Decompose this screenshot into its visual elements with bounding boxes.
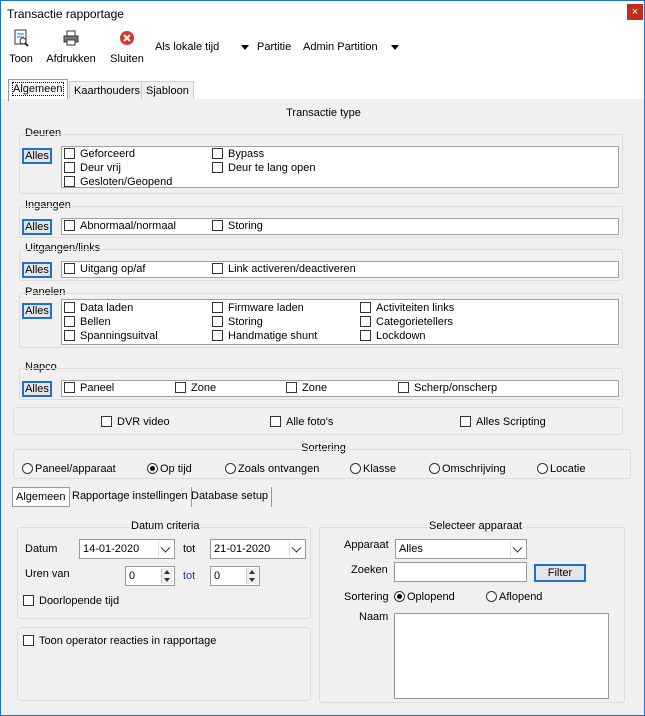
napco-checklist bbox=[61, 380, 619, 397]
checkbox-zone-1[interactable]: Zone bbox=[175, 382, 216, 395]
checkbox-bellen[interactable]: Bellen bbox=[64, 316, 111, 329]
radio-op-tijd[interactable]: Op tijd bbox=[147, 463, 192, 476]
toon-button[interactable]: Toon bbox=[7, 29, 35, 65]
spin-arrows-icon[interactable] bbox=[246, 568, 258, 584]
window-title: Transactie rapportage bbox=[7, 7, 124, 21]
bottom-panel: Datum criteria Datum 14-01-2020 tot 21-0… bbox=[9, 507, 638, 713]
bottom-tabs: Algemeen Rapportage instellingen Databas… bbox=[9, 487, 638, 509]
time-mode-select[interactable]: Als lokale tijd bbox=[151, 37, 253, 57]
calendar-dropdown-icon bbox=[289, 541, 304, 557]
spin-arrows-icon[interactable] bbox=[161, 568, 173, 584]
toolbar: Toon Afdrukken Sluiten Als lokale tijd P… bbox=[1, 25, 644, 69]
checkbox-toon-operator-reacties[interactable]: Toon operator reacties in rapportage bbox=[23, 635, 216, 648]
uitgangen-alles-button[interactable]: Alles bbox=[22, 262, 52, 278]
afdrukken-label: Afdrukken bbox=[46, 53, 96, 65]
checkbox-categorietellers[interactable]: Categorietellers bbox=[360, 316, 453, 329]
chevron-down-icon bbox=[241, 45, 249, 50]
partition-value: Admin Partition bbox=[303, 41, 378, 53]
checkbox-panelen-storing[interactable]: Storing bbox=[212, 316, 263, 329]
checkbox-doorlopende-tijd[interactable]: Doorlopende tijd bbox=[23, 595, 119, 608]
datum-from-picker[interactable]: 14-01-2020 bbox=[79, 539, 175, 559]
panelen-alles-button[interactable]: Alles bbox=[22, 303, 52, 319]
uren-to-stepper[interactable]: 0 bbox=[210, 566, 260, 586]
checkbox-spanningsuitval[interactable]: Spanningsuitval bbox=[64, 330, 158, 343]
selecteer-apparaat-title: Selecteer apparaat bbox=[427, 520, 524, 532]
tab-bottom-algemeen[interactable]: Algemeen bbox=[12, 487, 70, 507]
zoeken-input[interactable] bbox=[394, 562, 527, 582]
printer-icon bbox=[63, 30, 79, 46]
checkbox-lockdown[interactable]: Lockdown bbox=[360, 330, 426, 343]
zoeken-label: Zoeken bbox=[351, 564, 388, 576]
checkbox-data-laden[interactable]: Data laden bbox=[64, 302, 133, 315]
toon-label: Toon bbox=[9, 53, 33, 65]
datum-tot-label: tot bbox=[183, 543, 196, 555]
checkbox-geforceerd[interactable]: Geforceerd bbox=[64, 148, 135, 161]
radio-omschrijving[interactable]: Omschrijving bbox=[429, 463, 506, 476]
top-tabs: Algemeen Kaarthouders Sjabloon bbox=[1, 69, 644, 101]
partition-select[interactable]: Admin Partition bbox=[299, 37, 403, 57]
naam-list[interactable] bbox=[394, 613, 609, 699]
tab-rapportage-instellingen[interactable]: Rapportage instellingen bbox=[69, 487, 192, 507]
radio-klasse[interactable]: Klasse bbox=[350, 463, 396, 476]
filter-button[interactable]: Filter bbox=[534, 564, 586, 582]
radio-oplopend[interactable]: Oplopend bbox=[394, 591, 455, 604]
checkbox-gesloten-geopend[interactable]: Gesloten/Geopend bbox=[64, 176, 172, 189]
checkbox-firmware-laden[interactable]: Firmware laden bbox=[212, 302, 304, 315]
checkbox-paneel[interactable]: Paneel bbox=[64, 382, 114, 395]
selecteer-sortering-label: Sortering bbox=[344, 591, 389, 603]
apparaat-label: Apparaat bbox=[344, 539, 389, 551]
calendar-dropdown-icon bbox=[158, 541, 173, 557]
checkbox-link-activeren[interactable]: Link activeren/deactiveren bbox=[212, 263, 356, 276]
checkbox-ingangen-storing[interactable]: Storing bbox=[212, 220, 263, 233]
checkbox-deur-vrij[interactable]: Deur vrij bbox=[64, 162, 121, 175]
chevron-down-icon bbox=[510, 541, 525, 557]
close-window-button[interactable]: × bbox=[627, 4, 643, 20]
sluiten-label: Sluiten bbox=[110, 53, 144, 65]
checkbox-alles-scripting[interactable]: Alles Scripting bbox=[460, 416, 546, 429]
apparaat-select[interactable]: Alles bbox=[395, 539, 527, 559]
checkbox-bypass[interactable]: Bypass bbox=[212, 148, 264, 161]
checkbox-abnormaal-normaal[interactable]: Abnormaal/normaal bbox=[64, 220, 176, 233]
checkbox-scherp-onscherp[interactable]: Scherp/onscherp bbox=[398, 382, 497, 395]
tab-algemeen[interactable]: Algemeen bbox=[8, 79, 68, 101]
close-circle-icon bbox=[120, 31, 134, 45]
general-tab-panel: Transactie type Deuren Alles Geforceerd … bbox=[9, 99, 638, 479]
report-view-icon bbox=[14, 29, 29, 47]
tab-kaarthouders[interactable]: Kaarthouders bbox=[69, 81, 146, 101]
radio-zoals-ontvangen[interactable]: Zoals ontvangen bbox=[225, 463, 319, 476]
sluiten-button[interactable]: Sluiten bbox=[107, 29, 147, 65]
radio-locatie[interactable]: Locatie bbox=[537, 463, 585, 476]
tab-sjabloon[interactable]: Sjabloon bbox=[141, 81, 194, 101]
uren-tot-label: tot bbox=[183, 570, 196, 582]
afdrukken-button[interactable]: Afdrukken bbox=[43, 29, 99, 65]
checkbox-deur-te-lang-open[interactable]: Deur te lang open bbox=[212, 162, 315, 175]
ingangen-alles-button[interactable]: Alles bbox=[22, 219, 52, 235]
checkbox-uitgang-op-af[interactable]: Uitgang op/af bbox=[64, 263, 145, 276]
time-mode-value: Als lokale tijd bbox=[155, 41, 220, 53]
deuren-alles-button[interactable]: Alles bbox=[22, 148, 52, 164]
radio-aflopend[interactable]: Aflopend bbox=[486, 591, 542, 604]
naam-label: Naam bbox=[359, 611, 389, 623]
datum-criteria-title: Datum criteria bbox=[129, 520, 202, 532]
uren-from-stepper[interactable]: 0 bbox=[125, 566, 175, 586]
checkbox-dvr-video[interactable]: DVR video bbox=[101, 416, 170, 429]
transactie-type-title: Transactie type bbox=[286, 107, 361, 119]
checkbox-activiteiten-links[interactable]: Activiteiten links bbox=[360, 302, 454, 315]
uren-van-label: Uren van bbox=[25, 568, 70, 580]
chevron-down-icon bbox=[391, 45, 399, 50]
radio-paneel-apparaat[interactable]: Paneel/apparaat bbox=[22, 463, 116, 476]
checkbox-alle-fotos[interactable]: Alle foto's bbox=[270, 416, 333, 429]
report-window: Transactie rapportage × Toon Afdrukken S… bbox=[0, 0, 645, 716]
napco-alles-button[interactable]: Alles bbox=[22, 381, 52, 397]
datum-label: Datum bbox=[25, 543, 58, 555]
title-bar: Transactie rapportage × bbox=[1, 1, 644, 25]
partitie-label: Partitie bbox=[257, 41, 292, 53]
checkbox-zone-2[interactable]: Zone bbox=[286, 382, 327, 395]
tab-database-setup[interactable]: Database setup bbox=[188, 487, 273, 507]
checkbox-handmatige-shunt[interactable]: Handmatige shunt bbox=[212, 330, 317, 343]
datum-to-picker[interactable]: 21-01-2020 bbox=[210, 539, 306, 559]
